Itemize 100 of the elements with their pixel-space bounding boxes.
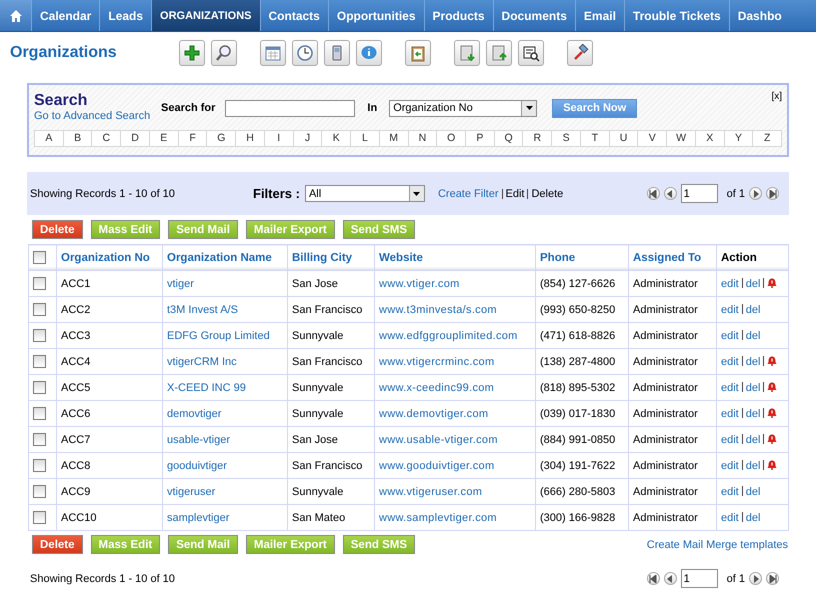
calendar-button[interactable] bbox=[260, 40, 286, 66]
delete-link[interactable]: del bbox=[746, 356, 760, 368]
letter-link[interactable]: Y bbox=[724, 130, 754, 147]
plus-button[interactable] bbox=[179, 40, 205, 66]
letter-link[interactable]: X bbox=[696, 130, 725, 147]
letter-link[interactable]: K bbox=[322, 130, 352, 147]
row-checkbox[interactable] bbox=[33, 511, 46, 524]
next-page-button[interactable] bbox=[749, 187, 762, 200]
alert-icon[interactable] bbox=[767, 278, 778, 288]
letter-link[interactable]: R bbox=[523, 130, 552, 147]
letter-link[interactable]: T bbox=[580, 130, 610, 147]
letter-link[interactable]: A bbox=[34, 130, 64, 147]
close-button[interactable]: [x] bbox=[771, 91, 782, 102]
page-field[interactable]: 1 bbox=[680, 184, 718, 203]
select-all-checkbox[interactable] bbox=[33, 251, 46, 264]
letter-link[interactable]: J bbox=[294, 130, 322, 147]
filter-select[interactable]: All bbox=[304, 185, 425, 202]
edit-link[interactable]: edit bbox=[721, 408, 739, 420]
first-page-button[interactable] bbox=[646, 572, 660, 585]
letter-link[interactable]: Z bbox=[753, 130, 782, 147]
row-checkbox[interactable] bbox=[33, 277, 46, 290]
action-button[interactable]: Delete bbox=[32, 535, 83, 554]
clock-button[interactable] bbox=[292, 40, 318, 66]
alert-icon[interactable] bbox=[767, 460, 778, 470]
letter-link[interactable]: L bbox=[351, 130, 380, 147]
letter-link[interactable]: W bbox=[667, 130, 696, 147]
row-checkbox[interactable] bbox=[33, 381, 46, 394]
letter-link[interactable]: U bbox=[610, 130, 638, 147]
row-checkbox[interactable] bbox=[33, 485, 46, 498]
letter-link[interactable]: N bbox=[408, 130, 438, 147]
edit-link[interactable]: edit bbox=[721, 434, 739, 446]
nav-tab[interactable]: Email bbox=[576, 0, 625, 31]
search-button[interactable] bbox=[211, 40, 237, 66]
nav-tab[interactable]: Contacts bbox=[260, 0, 329, 31]
row-checkbox[interactable] bbox=[33, 303, 46, 316]
delete-link[interactable]: del bbox=[746, 460, 760, 472]
alert-icon[interactable] bbox=[767, 408, 778, 418]
list-search-button[interactable] bbox=[518, 40, 544, 66]
edit-link[interactable]: edit bbox=[721, 304, 739, 316]
edit-link[interactable]: edit bbox=[721, 330, 739, 342]
last-page-button[interactable] bbox=[766, 572, 779, 585]
nav-tab[interactable]: Products bbox=[424, 0, 494, 31]
edit-link[interactable]: Edit bbox=[506, 188, 524, 200]
edit-link[interactable]: edit bbox=[721, 382, 739, 394]
delete-link[interactable]: del bbox=[746, 486, 760, 498]
row-checkbox[interactable] bbox=[33, 433, 46, 446]
letter-link[interactable]: C bbox=[92, 130, 122, 147]
letter-link[interactable]: Q bbox=[494, 130, 524, 147]
page-field[interactable]: 1 bbox=[680, 569, 718, 588]
import-button[interactable] bbox=[454, 40, 480, 66]
next-page-button[interactable] bbox=[749, 572, 762, 585]
delete-link[interactable]: del bbox=[746, 434, 760, 446]
alert-icon[interactable] bbox=[767, 356, 778, 366]
delete-link[interactable]: del bbox=[746, 382, 760, 394]
first-page-button[interactable] bbox=[646, 187, 660, 200]
advanced-search-link[interactable]: Go to Advanced Search bbox=[34, 110, 161, 122]
column-header-link[interactable]: Phone bbox=[540, 252, 576, 264]
delete-link[interactable]: del bbox=[746, 304, 760, 316]
search-field[interactable] bbox=[225, 100, 356, 116]
letter-link[interactable]: B bbox=[64, 130, 92, 147]
previous-page-button[interactable] bbox=[664, 187, 677, 200]
delete-link[interactable]: del bbox=[746, 512, 760, 524]
last-page-button[interactable] bbox=[766, 187, 779, 200]
nav-tab[interactable]: Dashbo bbox=[730, 0, 784, 31]
letter-link[interactable]: I bbox=[264, 130, 294, 147]
nav-tab[interactable]: Opportunities bbox=[328, 0, 425, 31]
column-header-link[interactable]: Website bbox=[379, 252, 423, 264]
row-checkbox[interactable] bbox=[33, 407, 46, 420]
organization-link[interactable]: vtigeruser bbox=[167, 486, 216, 498]
letter-link[interactable]: P bbox=[466, 130, 495, 147]
letter-link[interactable]: D bbox=[121, 130, 150, 147]
nav-tab[interactable]: ORGANIZATIONS bbox=[152, 0, 261, 31]
edit-link[interactable]: edit bbox=[721, 460, 739, 472]
create-filter-link[interactable]: Create Filter bbox=[438, 188, 498, 200]
alert-icon[interactable] bbox=[767, 382, 778, 392]
delete-link[interactable]: Delete bbox=[531, 188, 564, 200]
nav-tab[interactable]: Documents bbox=[494, 0, 576, 31]
edit-link[interactable]: edit bbox=[721, 356, 739, 368]
clipboard-button[interactable] bbox=[405, 40, 431, 66]
alert-icon[interactable] bbox=[767, 434, 778, 444]
edit-link[interactable]: edit bbox=[721, 278, 739, 290]
letter-link[interactable]: H bbox=[236, 130, 265, 147]
delete-link[interactable]: del bbox=[746, 278, 760, 290]
organization-link[interactable]: vtiger bbox=[167, 278, 194, 290]
action-button[interactable]: Delete bbox=[32, 220, 83, 239]
export-button[interactable] bbox=[486, 40, 512, 66]
letter-link[interactable]: F bbox=[178, 130, 208, 147]
edit-link[interactable]: edit bbox=[721, 486, 739, 498]
edit-link[interactable]: edit bbox=[721, 512, 739, 524]
letter-link[interactable]: E bbox=[150, 130, 179, 147]
delete-link[interactable]: del bbox=[746, 330, 760, 342]
letter-link[interactable]: O bbox=[437, 130, 466, 147]
row-checkbox[interactable] bbox=[33, 459, 46, 472]
hammer-button[interactable] bbox=[567, 40, 593, 66]
row-checkbox[interactable] bbox=[33, 355, 46, 368]
nav-tab[interactable]: Trouble Tickets bbox=[624, 0, 730, 31]
letter-link[interactable]: S bbox=[552, 130, 581, 147]
field-select[interactable]: Organization No bbox=[389, 100, 538, 116]
mail-merge-link[interactable]: Create Mail Merge templates bbox=[646, 538, 788, 550]
info-button[interactable] bbox=[356, 40, 382, 66]
